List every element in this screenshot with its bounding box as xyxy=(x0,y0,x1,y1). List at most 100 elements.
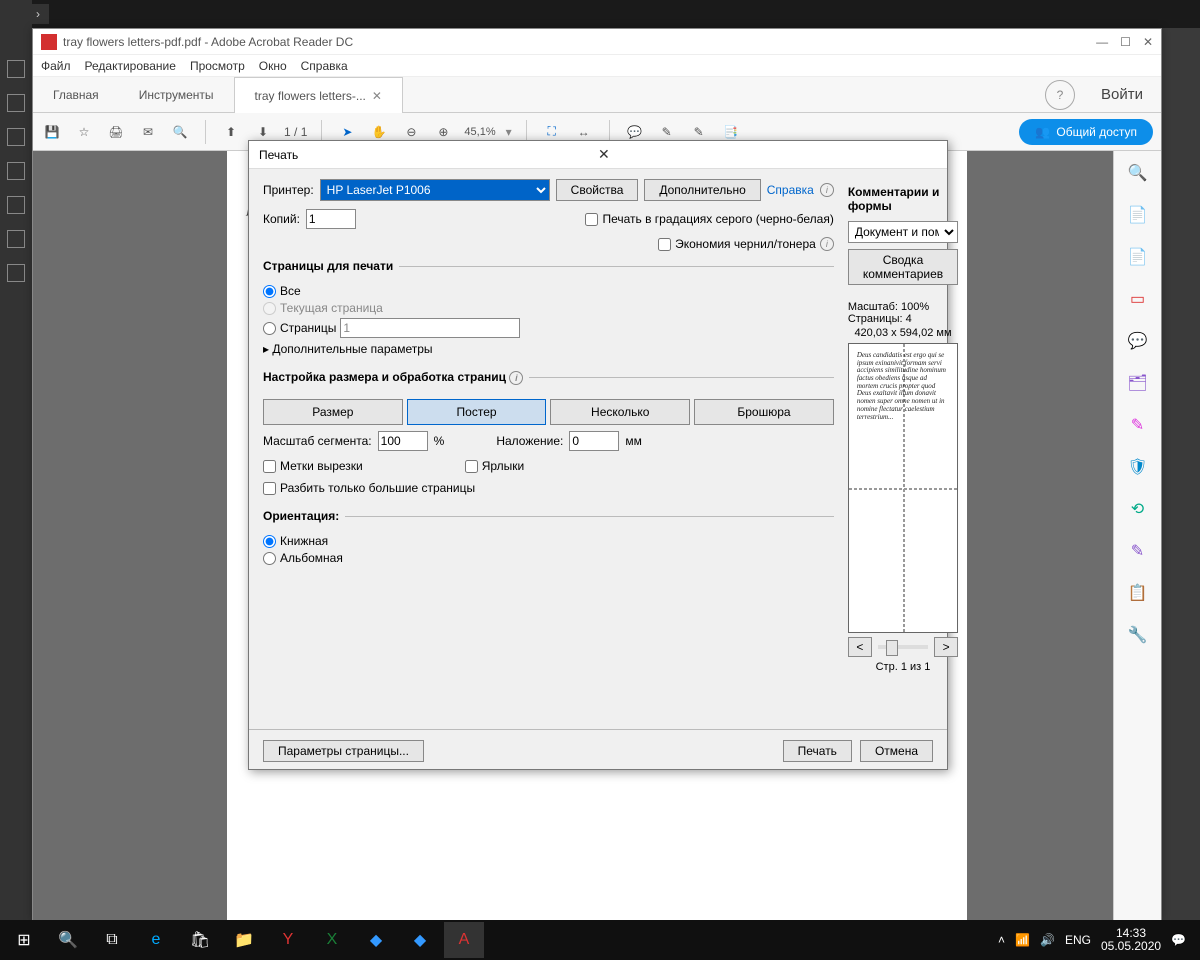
page-setup-button[interactable]: Параметры страницы... xyxy=(263,740,424,762)
maximize-button[interactable]: ☐ xyxy=(1120,35,1131,49)
preview-slider[interactable] xyxy=(878,645,928,649)
strip-icon[interactable] xyxy=(7,264,25,282)
tab-close-icon[interactable]: ✕ xyxy=(372,89,382,103)
strip-icon[interactable] xyxy=(7,94,25,112)
summarize-button[interactable]: Сводка комментариев xyxy=(848,249,958,285)
edge-icon[interactable]: e xyxy=(136,922,176,958)
edit-pdf-icon[interactable]: ▭ xyxy=(1126,287,1150,311)
print-button[interactable]: Печать xyxy=(783,740,852,762)
tile-scale-input[interactable] xyxy=(378,431,428,451)
star-icon[interactable]: ☆ xyxy=(73,121,95,143)
more-options-toggle[interactable]: Дополнительные параметры xyxy=(272,342,432,356)
start-button[interactable]: ⊞ xyxy=(4,922,44,958)
explorer-icon[interactable]: 📁 xyxy=(224,922,264,958)
dialog-close-icon[interactable]: ✕ xyxy=(598,146,937,163)
search-taskbar-icon[interactable]: 🔍 xyxy=(48,922,88,958)
share-button[interactable]: 👥 Общий доступ xyxy=(1019,119,1153,145)
pages-range-radio[interactable] xyxy=(263,322,276,335)
current-page-label: Текущая страница xyxy=(280,301,383,315)
all-pages-radio[interactable] xyxy=(263,285,276,298)
info-icon[interactable]: i xyxy=(820,183,834,197)
page-total: 1 xyxy=(301,125,308,139)
menu-help[interactable]: Справка xyxy=(301,59,348,73)
menu-view[interactable]: Просмотр xyxy=(190,59,245,73)
volume-icon[interactable]: 🔊 xyxy=(1040,933,1055,947)
tray-expand-icon[interactable]: ˄ xyxy=(998,933,1005,947)
compress-icon[interactable]: ⟲ xyxy=(1126,497,1150,521)
yandex-icon[interactable]: Y xyxy=(268,922,308,958)
tab-tools[interactable]: Инструменты xyxy=(119,77,234,112)
preview-next-button[interactable]: > xyxy=(934,637,958,657)
convert-icon[interactable]: 📋 xyxy=(1126,581,1150,605)
poster-button[interactable]: Постер xyxy=(407,399,547,425)
dimensions-text: 420,03 x 594,02 мм xyxy=(848,327,958,339)
task-view-icon[interactable]: ⧉ xyxy=(92,922,132,958)
printer-select[interactable]: HP LaserJet P1006 xyxy=(320,179,550,201)
size-button[interactable]: Размер xyxy=(263,399,403,425)
strip-icon[interactable] xyxy=(7,196,25,214)
landscape-radio[interactable] xyxy=(263,552,276,565)
cancel-button[interactable]: Отмена xyxy=(860,740,933,762)
strip-icon[interactable] xyxy=(7,230,25,248)
strip-icon[interactable] xyxy=(7,60,25,78)
menu-edit[interactable]: Редактирование xyxy=(85,59,176,73)
booklet-button[interactable]: Брошюра xyxy=(694,399,834,425)
document-tabs: Главная Инструменты tray flowers letters… xyxy=(33,77,1161,113)
menu-window[interactable]: Окно xyxy=(259,59,287,73)
acrobat-taskbar-icon[interactable]: A xyxy=(444,922,484,958)
notification-icon[interactable]: 💬 xyxy=(1171,933,1186,947)
pages-range-label: Страницы xyxy=(280,321,336,335)
info-icon[interactable]: i xyxy=(820,237,834,251)
comment-tool-icon[interactable]: 💬 xyxy=(1126,329,1150,353)
help-link[interactable]: Справка xyxy=(767,183,814,197)
cut-marks-checkbox[interactable] xyxy=(263,460,276,473)
clock[interactable]: 14:33 05.05.2020 xyxy=(1101,927,1161,953)
copies-input[interactable] xyxy=(306,209,356,229)
ps2-icon[interactable]: ◆ xyxy=(400,922,440,958)
zoom-value[interactable]: 45,1% xyxy=(464,126,495,138)
network-icon[interactable]: 📶 xyxy=(1015,933,1030,947)
tab-home[interactable]: Главная xyxy=(33,77,119,112)
ps-icon[interactable]: ◆ xyxy=(356,922,396,958)
pages-range-input[interactable] xyxy=(340,318,520,338)
print-icon[interactable]: 🖨 xyxy=(105,121,127,143)
tile-large-checkbox[interactable] xyxy=(263,482,276,495)
overlap-input[interactable] xyxy=(569,431,619,451)
minimize-button[interactable]: — xyxy=(1096,35,1108,49)
excel-icon[interactable]: X xyxy=(312,922,352,958)
save-ink-checkbox[interactable] xyxy=(658,238,671,251)
close-button[interactable]: ✕ xyxy=(1143,35,1153,49)
store-icon[interactable]: 🛍 xyxy=(180,922,220,958)
more-tools-icon[interactable]: 🔧 xyxy=(1126,623,1150,647)
signin-button[interactable]: Войти xyxy=(1083,77,1161,112)
combine-icon[interactable]: 🗂 xyxy=(1126,371,1150,395)
multiple-button[interactable]: Несколько xyxy=(550,399,690,425)
protect-icon[interactable]: 🛡 xyxy=(1126,455,1150,479)
comments-select[interactable]: Документ и пометки xyxy=(848,221,958,243)
menu-file[interactable]: Файл xyxy=(41,59,71,73)
strip-icon[interactable] xyxy=(7,162,25,180)
grayscale-checkbox[interactable] xyxy=(585,213,598,226)
labels-checkbox[interactable] xyxy=(465,460,478,473)
create-pdf-icon[interactable]: 📄 xyxy=(1126,245,1150,269)
page-up-icon[interactable]: ⬆ xyxy=(220,121,242,143)
save-icon[interactable]: 💾 xyxy=(41,121,63,143)
preview-prev-button[interactable]: < xyxy=(848,637,872,657)
info-icon[interactable]: i xyxy=(509,371,523,385)
help-icon[interactable]: ? xyxy=(1045,80,1075,110)
properties-button[interactable]: Свойства xyxy=(556,179,639,201)
page-current[interactable]: 1 xyxy=(284,125,291,139)
strip-icon[interactable] xyxy=(7,128,25,146)
magnify-icon[interactable]: 🔍 xyxy=(1126,161,1150,185)
mail-icon[interactable]: ✉ xyxy=(137,121,159,143)
portrait-radio[interactable] xyxy=(263,535,276,548)
export-pdf-icon[interactable]: 📄 xyxy=(1126,203,1150,227)
browser-left-strip xyxy=(0,0,32,960)
search-icon[interactable]: 🔍 xyxy=(169,121,191,143)
language-indicator[interactable]: ENG xyxy=(1065,933,1091,947)
advanced-button[interactable]: Дополнительно xyxy=(644,179,760,201)
fill-sign-icon[interactable]: ✎ xyxy=(1126,539,1150,563)
sign-tool-icon[interactable]: ✎ xyxy=(1126,413,1150,437)
labels-label: Ярлыки xyxy=(482,459,525,473)
tab-document[interactable]: tray flowers letters-...✕ xyxy=(234,77,403,113)
